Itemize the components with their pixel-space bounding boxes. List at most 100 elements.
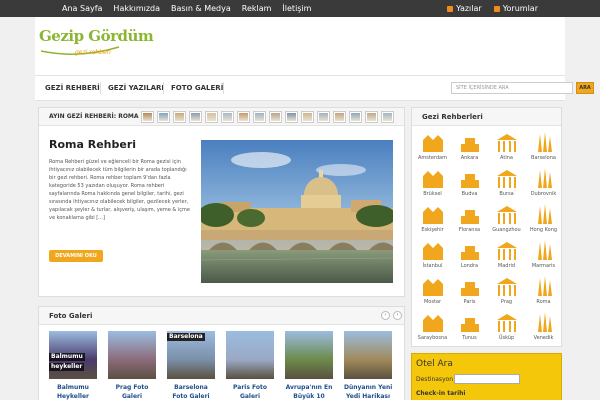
city-name: Prag <box>500 299 513 305</box>
rome-image[interactable] <box>201 140 393 283</box>
city-guide-20[interactable]: Roma <box>525 276 562 312</box>
city-name: Mostar <box>423 299 442 305</box>
gallery-next-button[interactable]: › <box>393 311 402 320</box>
checkin-label: Check-in tarihi <box>416 390 466 397</box>
city-guide-5[interactable]: Brüksel <box>414 168 451 204</box>
gallery-caption[interactable]: Barselona Foto Galeri <box>167 383 215 400</box>
featured-thumbnail[interactable] <box>174 112 185 122</box>
featured-thumbnail[interactable] <box>206 112 217 122</box>
featured-thumbnail[interactable] <box>270 112 281 122</box>
destination-input[interactable] <box>454 374 520 384</box>
topnav-contact-link[interactable]: İletişim <box>282 0 311 17</box>
city-guide-19[interactable]: Prag <box>488 276 525 312</box>
featured-thumbnail[interactable] <box>302 112 313 122</box>
rss-comments-link[interactable]: Yorumlar <box>493 0 538 17</box>
city-guide-12[interactable]: Hong Kong <box>525 204 562 240</box>
building-icon <box>422 135 443 152</box>
city-name: Üsküp <box>498 335 515 341</box>
rss-posts-label: Yazılar <box>456 4 482 13</box>
gallery-caption[interactable]: Dünyanın Yeni Yedi Harikası <box>344 383 392 400</box>
featured-thumbnail[interactable] <box>366 112 377 122</box>
city-guide-16[interactable]: Marmaris <box>525 240 562 276</box>
gallery-thumbnail[interactable]: Barselona <box>167 331 215 379</box>
gallery-thumbnail[interactable]: Balmumu heykeller <box>49 331 97 379</box>
city-guide-23[interactable]: Üsküp <box>488 312 525 348</box>
city-name: Floransa <box>458 227 481 233</box>
tower-icon <box>422 207 443 224</box>
rss-posts-link[interactable]: Yazılar <box>447 0 482 17</box>
city-name: Tunus <box>462 335 477 341</box>
gallery-caption-line: Dünyanın Yeni <box>344 384 393 391</box>
nav-gezi-rehberi[interactable]: GEZİ REHBERİ <box>45 76 100 100</box>
rss-icon <box>447 5 454 12</box>
city-guide-9[interactable]: Eskişehir <box>414 204 451 240</box>
gallery-header: Foto Galeri ‹ › <box>39 307 404 325</box>
article-title[interactable]: Roma Rehberi <box>49 138 136 151</box>
gallery-item[interactable]: Avrupa'nın En Büyük 10 <box>285 331 333 400</box>
canton-tower-icon <box>496 206 517 224</box>
gallery-caption[interactable]: Prag Foto Galeri <box>108 383 156 400</box>
city-name: Ankara <box>460 155 479 161</box>
gallery-caption[interactable]: Balmumu Heykeller <box>49 383 97 400</box>
city-guide-15[interactable]: Madrid <box>488 240 525 276</box>
city-guide-2[interactable]: Ankara <box>451 132 488 168</box>
search-button[interactable]: ARA <box>576 82 594 94</box>
featured-thumbnail[interactable] <box>382 112 393 122</box>
featured-thumbnail[interactable] <box>190 112 201 122</box>
city-guide-3[interactable]: Atina <box>488 132 525 168</box>
gallery-thumbnail[interactable] <box>226 331 274 379</box>
city-guide-6[interactable]: Budva <box>451 168 488 204</box>
featured-thumbnail[interactable] <box>350 112 361 122</box>
gallery-thumbnail[interactable] <box>108 331 156 379</box>
featured-thumbnail[interactable] <box>254 112 265 122</box>
featured-thumbnail[interactable] <box>238 112 249 122</box>
featured-header-title: AYIN GEZİ REHBERİ: ROMA <box>49 113 139 120</box>
city-guide-18[interactable]: Paris <box>451 276 488 312</box>
gallery-caption-line: Galeri <box>121 393 143 400</box>
gallery-item[interactable]: Balmumu heykeller Balmumu Heykeller <box>49 331 97 400</box>
featured-thumbnail[interactable] <box>222 112 233 122</box>
gallery-item[interactable]: Barselona Barselona Foto Galeri <box>167 331 215 400</box>
city-name: Dubrovnik <box>530 191 557 197</box>
city-guide-10[interactable]: Floransa <box>451 204 488 240</box>
topnav-press-link[interactable]: Basın & Medya <box>171 0 231 17</box>
boat-icon <box>537 240 552 260</box>
city-guide-17[interactable]: Mostar <box>414 276 451 312</box>
featured-thumbnail[interactable] <box>158 112 169 122</box>
nav-foto-galeri[interactable]: FOTO GALERİ <box>171 76 223 100</box>
gallery-thumbnail[interactable] <box>285 331 333 379</box>
gallery-caption-line: Paris Foto <box>233 384 267 391</box>
featured-thumbnail[interactable] <box>318 112 329 122</box>
featured-thumbnail[interactable] <box>286 112 297 122</box>
city-guide-7[interactable]: Bursa <box>488 168 525 204</box>
gallery-caption[interactable]: Paris Foto Galeri <box>226 383 274 400</box>
city-guide-13[interactable]: İstanbul <box>414 240 451 276</box>
topnav-about-link[interactable]: Hakkımızda <box>113 0 160 17</box>
gallery-item[interactable]: Paris Foto Galeri <box>226 331 274 400</box>
city-guide-4[interactable]: Barselona <box>525 132 562 168</box>
arch-icon <box>496 242 517 260</box>
city-guide-8[interactable]: Dubrovnik <box>525 168 562 204</box>
topnav-ads-link[interactable]: Reklam <box>242 0 272 17</box>
search-input[interactable]: SİTE İÇERİSİNDE ARA <box>451 82 573 94</box>
gallery-prev-button[interactable]: ‹ <box>381 311 390 320</box>
city-guide-22[interactable]: Tunus <box>451 312 488 348</box>
city-guide-14[interactable]: Londra <box>451 240 488 276</box>
gallery-overlay-label: Barselona <box>167 333 205 341</box>
city-guide-21[interactable]: Saraybosna <box>414 312 451 348</box>
city-guide-1[interactable]: Amsterdam <box>414 132 451 168</box>
nav-gezi-yazilari[interactable]: GEZİ YAZILARI <box>108 76 164 100</box>
read-more-button[interactable]: DEVAMINI OKU <box>49 250 103 262</box>
hotel-search-title: Otel Ara <box>416 359 453 369</box>
gallery-thumbnail[interactable] <box>344 331 392 379</box>
topnav-home-link[interactable]: Ana Sayfa <box>62 0 102 17</box>
site-logo[interactable]: Gezip Gördüm gezi rehberi <box>39 21 154 67</box>
featured-thumbnail[interactable] <box>142 112 153 122</box>
featured-thumbnail[interactable] <box>334 112 345 122</box>
gallery-caption[interactable]: Avrupa'nın En Büyük 10 <box>285 383 333 400</box>
city-name: Brüksel <box>423 191 442 197</box>
city-guide-24[interactable]: Venedik <box>525 312 562 348</box>
gallery-item[interactable]: Prag Foto Galeri <box>108 331 156 400</box>
gallery-item[interactable]: Dünyanın Yeni Yedi Harikası <box>344 331 392 400</box>
city-guide-11[interactable]: Guangzhou <box>488 204 525 240</box>
